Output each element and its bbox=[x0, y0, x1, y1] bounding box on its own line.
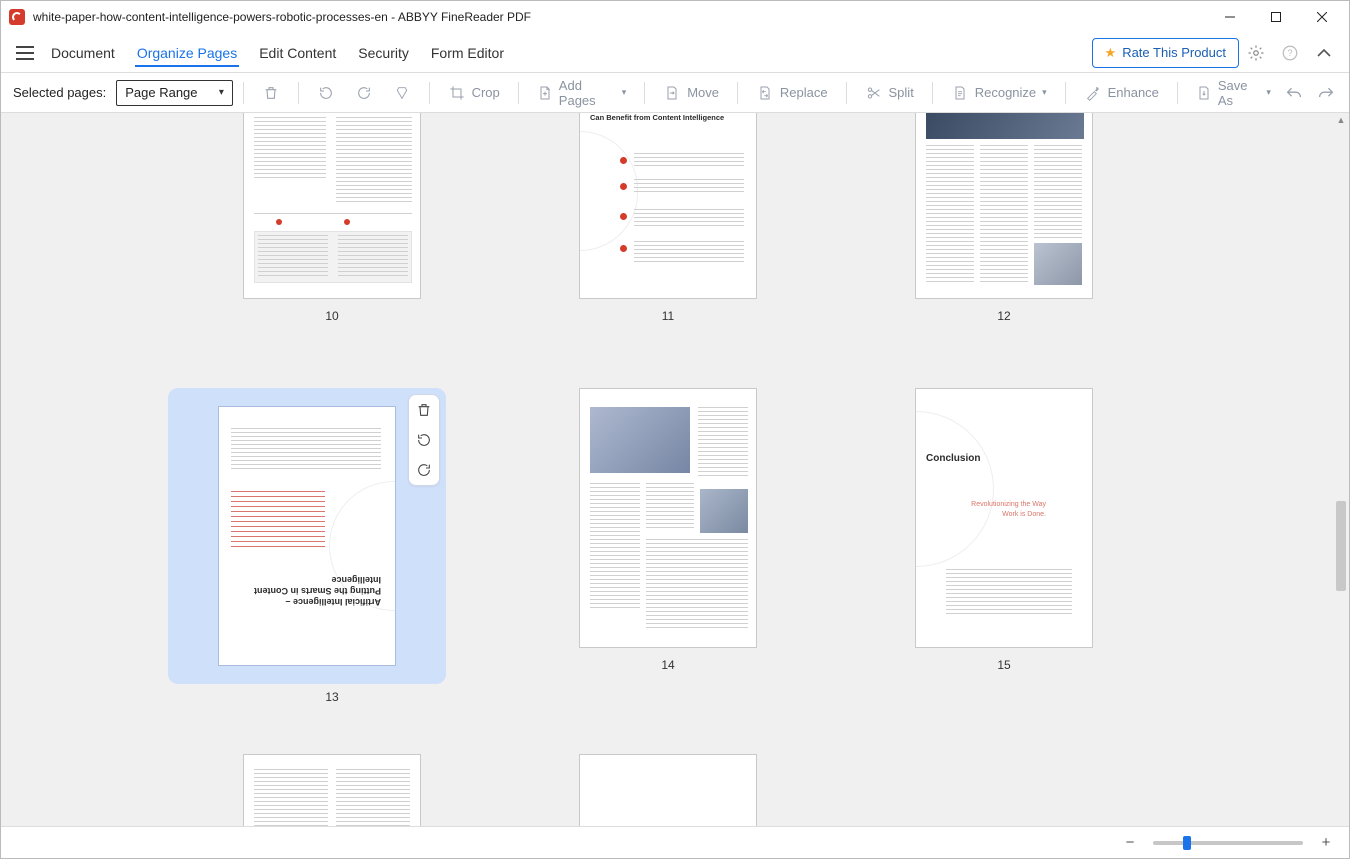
tab-form-editor[interactable]: Form Editor bbox=[429, 39, 506, 67]
enhance-icon bbox=[1084, 84, 1102, 102]
page-number-label: 14 bbox=[661, 658, 674, 672]
window-title: white-paper-how-content-intelligence-pow… bbox=[33, 10, 531, 24]
zoom-bar: − + bbox=[1, 826, 1349, 858]
chevron-down-icon: ▾ bbox=[219, 87, 224, 98]
close-icon bbox=[1317, 12, 1327, 22]
move-button[interactable]: Move bbox=[655, 80, 727, 106]
app-window: white-paper-how-content-intelligence-pow… bbox=[0, 0, 1350, 859]
maximize-icon bbox=[1271, 12, 1281, 22]
page-thumbnail-11[interactable]: Can Benefit from Content Intelligence 11 bbox=[579, 113, 757, 323]
page-thumbnail-workspace: 10 Can Benefit from Content Intelligence bbox=[1, 113, 1349, 858]
page-number-label: 11 bbox=[662, 309, 674, 323]
add-page-icon bbox=[537, 84, 553, 102]
minimize-icon bbox=[1225, 12, 1235, 22]
selected-pages-label: Selected pages: bbox=[13, 85, 106, 100]
page-thumbnail-14[interactable]: 14 bbox=[579, 388, 757, 704]
tab-security[interactable]: Security bbox=[356, 39, 411, 67]
rotate-cw-icon bbox=[355, 84, 373, 102]
star-icon: ★ bbox=[1105, 45, 1117, 61]
page-range-value: Page Range bbox=[125, 85, 197, 100]
settings-button[interactable] bbox=[1239, 36, 1273, 70]
undo-button[interactable] bbox=[1283, 82, 1305, 104]
page-thumbnail-16[interactable] bbox=[243, 754, 421, 826]
chevron-down-icon: ▾ bbox=[622, 87, 627, 98]
page-number-label: 12 bbox=[997, 309, 1010, 323]
replace-icon bbox=[756, 84, 774, 102]
vertical-scrollbar[interactable]: ▲ bbox=[1335, 113, 1347, 826]
move-icon bbox=[663, 84, 681, 102]
trash-icon bbox=[416, 402, 432, 418]
replace-button[interactable]: Replace bbox=[748, 80, 836, 106]
redo-icon bbox=[1316, 85, 1336, 101]
scroll-up-button[interactable]: ▲ bbox=[1335, 113, 1347, 127]
page-thumbnail-12[interactable]: 12 bbox=[915, 113, 1093, 323]
page-thumbnail-10[interactable]: 10 bbox=[243, 113, 421, 323]
minimize-button[interactable] bbox=[1207, 1, 1253, 33]
zoom-slider[interactable] bbox=[1153, 841, 1303, 845]
add-pages-button[interactable]: Add Pages ▾ bbox=[529, 74, 635, 112]
undo-icon bbox=[1284, 85, 1304, 101]
tab-edit-content[interactable]: Edit Content bbox=[257, 39, 338, 67]
auto-rotate-icon bbox=[393, 84, 411, 102]
tab-organize-pages[interactable]: Organize Pages bbox=[135, 39, 239, 67]
tab-document[interactable]: Document bbox=[49, 39, 117, 67]
crop-icon bbox=[448, 84, 466, 102]
recognize-button[interactable]: Recognize ▾ bbox=[943, 80, 1055, 106]
split-button[interactable]: Split bbox=[857, 80, 922, 106]
chevron-up-icon bbox=[1317, 48, 1331, 58]
help-button[interactable]: ? bbox=[1273, 36, 1307, 70]
save-as-button[interactable]: Save As ▾ bbox=[1188, 74, 1279, 112]
rotate-cw-icon bbox=[416, 462, 432, 478]
redo-button[interactable] bbox=[1315, 82, 1337, 104]
page-range-dropdown[interactable]: Page Range ▾ bbox=[116, 80, 233, 106]
chevron-down-icon: ▾ bbox=[1042, 87, 1047, 98]
help-icon: ? bbox=[1281, 44, 1299, 62]
svg-text:?: ? bbox=[1287, 48, 1292, 58]
save-as-icon bbox=[1196, 84, 1212, 102]
enhance-button[interactable]: Enhance bbox=[1076, 80, 1167, 106]
rate-product-label: Rate This Product bbox=[1122, 45, 1226, 60]
page-thumbnail-17[interactable] bbox=[579, 754, 757, 826]
page-number-label: 10 bbox=[325, 309, 338, 323]
rotate-ccw-button[interactable] bbox=[309, 80, 343, 106]
main-menu-button[interactable] bbox=[9, 37, 41, 69]
app-icon bbox=[9, 9, 25, 25]
rotate-ccw-icon bbox=[317, 84, 335, 102]
rotate-cw-button[interactable] bbox=[347, 80, 381, 106]
delete-selected-button[interactable] bbox=[415, 401, 433, 419]
scrollbar-thumb[interactable] bbox=[1336, 501, 1346, 591]
selected-page-actions bbox=[408, 394, 440, 486]
zoom-out-button[interactable]: − bbox=[1121, 834, 1139, 852]
recognize-icon bbox=[951, 84, 969, 102]
thumbnail-scroll-area[interactable]: 10 Can Benefit from Content Intelligence bbox=[1, 113, 1349, 826]
zoom-slider-knob[interactable] bbox=[1183, 836, 1191, 850]
chevron-down-icon: ▾ bbox=[1266, 87, 1271, 98]
rate-product-button[interactable]: ★ Rate This Product bbox=[1092, 38, 1239, 68]
close-button[interactable] bbox=[1299, 1, 1345, 33]
rotate-ccw-icon bbox=[416, 432, 432, 448]
page-thumbnail-13-selected[interactable]: Artificial Intelligence – Putting the Sm… bbox=[243, 388, 421, 704]
auto-rotate-button[interactable] bbox=[385, 80, 419, 106]
collapse-ribbon-button[interactable] bbox=[1307, 36, 1341, 70]
maximize-button[interactable] bbox=[1253, 1, 1299, 33]
zoom-in-button[interactable]: + bbox=[1317, 834, 1335, 852]
hamburger-icon bbox=[16, 46, 34, 60]
titlebar: white-paper-how-content-intelligence-pow… bbox=[1, 1, 1349, 33]
page-thumbnail-15[interactable]: Conclusion Revolutionizing the Way Work … bbox=[915, 388, 1093, 704]
menubar: Document Organize Pages Edit Content Sec… bbox=[1, 33, 1349, 73]
organize-pages-toolbar: Selected pages: Page Range ▾ Crop Add Pa… bbox=[1, 73, 1349, 113]
page-number-label: 13 bbox=[325, 690, 338, 704]
rotate-cw-selected-button[interactable] bbox=[415, 461, 433, 479]
crop-button[interactable]: Crop bbox=[440, 80, 508, 106]
split-icon bbox=[865, 84, 883, 102]
gear-icon bbox=[1247, 44, 1265, 62]
delete-page-button[interactable] bbox=[254, 80, 288, 106]
rotate-ccw-selected-button[interactable] bbox=[415, 431, 433, 449]
page-number-label: 15 bbox=[997, 658, 1010, 672]
trash-icon bbox=[262, 84, 280, 102]
